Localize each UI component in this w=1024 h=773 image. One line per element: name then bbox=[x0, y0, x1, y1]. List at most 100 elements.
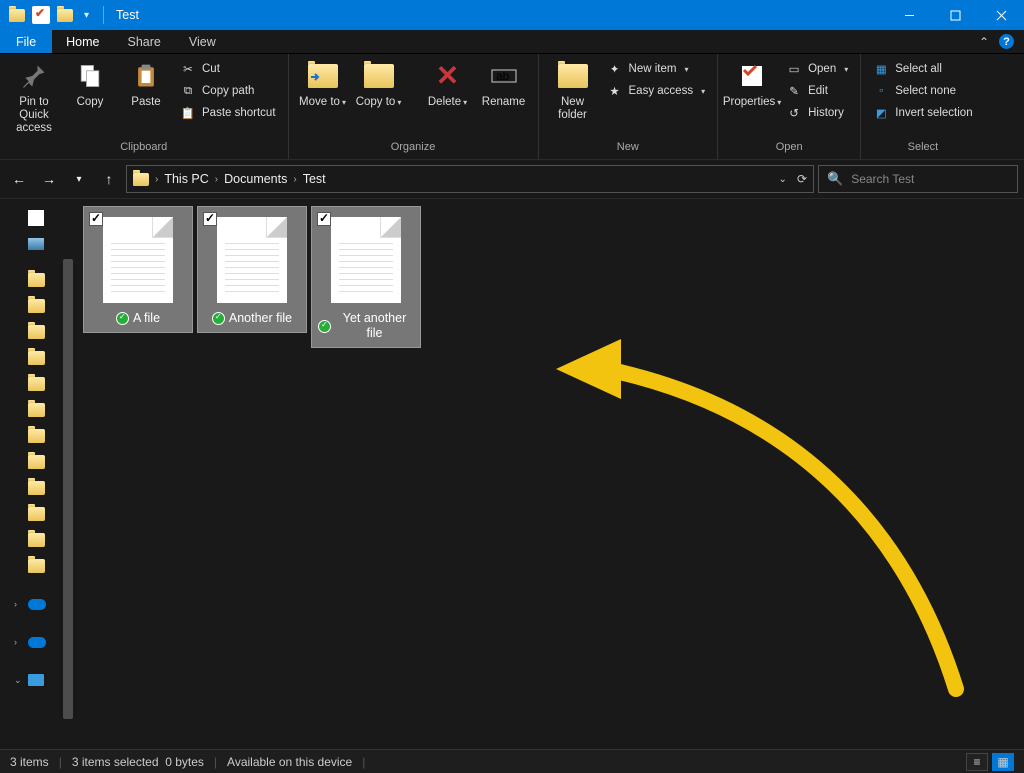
large-icons-view-button[interactable]: ▦ bbox=[992, 753, 1014, 771]
properties-button[interactable]: Properties▾ bbox=[726, 58, 778, 111]
address-folder-icon bbox=[133, 173, 149, 186]
move-to-button[interactable]: Move to▾ bbox=[297, 58, 349, 111]
breadcrumb-segment[interactable]: Test bbox=[303, 172, 326, 186]
history-icon: ↺ bbox=[786, 105, 802, 121]
paste-icon bbox=[130, 60, 162, 92]
copy-button[interactable]: Copy bbox=[64, 58, 116, 111]
minimize-button[interactable] bbox=[886, 0, 932, 30]
new-item-button[interactable]: ✦ New item▾ bbox=[603, 60, 710, 78]
search-box[interactable]: 🔍 Search Test bbox=[818, 165, 1018, 193]
status-bar: 3 items | 3 items selected 0 bytes | Ava… bbox=[0, 749, 1024, 773]
file-icon bbox=[331, 217, 401, 303]
easy-access-button[interactable]: ★ Easy access▾ bbox=[603, 82, 710, 100]
open-icon: ▭ bbox=[786, 61, 802, 77]
refresh-icon[interactable]: ⟳ bbox=[797, 172, 807, 186]
breadcrumb-segment[interactable]: This PC bbox=[164, 172, 208, 186]
move-to-icon bbox=[307, 60, 339, 92]
new-folder-button[interactable]: New folder bbox=[547, 58, 599, 124]
ribbon: Pin to Quick access Copy Paste ✂ Cut bbox=[0, 54, 1024, 159]
select-none-button[interactable]: ▫ Select none bbox=[869, 82, 976, 100]
edit-button[interactable]: ✎ Edit bbox=[782, 82, 852, 100]
copy-label: Copy bbox=[77, 96, 104, 109]
help-icon[interactable]: ? bbox=[999, 34, 1014, 49]
address-bar[interactable]: › This PC › Documents › Test ⌄ ⟳ bbox=[126, 165, 814, 193]
chevron-right-icon[interactable]: › bbox=[293, 174, 296, 185]
tab-home[interactable]: Home bbox=[52, 30, 113, 53]
close-button[interactable] bbox=[978, 0, 1024, 30]
chevron-right-icon[interactable]: › bbox=[215, 174, 218, 185]
tab-view[interactable]: View bbox=[175, 30, 230, 53]
file-checkbox[interactable] bbox=[89, 212, 103, 226]
qat-divider bbox=[103, 6, 104, 24]
file-icon bbox=[217, 217, 287, 303]
invert-selection-icon: ◩ bbox=[873, 105, 889, 121]
content-pane[interactable]: A file Another file Yet another file bbox=[76, 199, 1024, 749]
status-availability: Available on this device bbox=[227, 755, 352, 769]
open-group-label: Open bbox=[726, 139, 852, 157]
collapse-ribbon-icon[interactable]: ⌃ bbox=[979, 35, 989, 49]
pin-label: Pin to Quick access bbox=[10, 96, 58, 136]
move-to-label: Move to▾ bbox=[299, 96, 346, 109]
select-all-button[interactable]: ▦ Select all bbox=[869, 60, 976, 78]
copy-to-label: Copy to▾ bbox=[356, 96, 402, 109]
status-selected-count: 3 items selected 0 bytes bbox=[72, 755, 204, 769]
file-item[interactable]: A file bbox=[84, 207, 192, 332]
copy-to-icon bbox=[363, 60, 395, 92]
chevron-right-icon[interactable]: › bbox=[155, 174, 158, 185]
breadcrumb-segment[interactable]: Documents bbox=[224, 172, 287, 186]
search-icon: 🔍 bbox=[827, 171, 843, 187]
svg-text:ab: ab bbox=[496, 69, 510, 83]
up-button[interactable]: ↑ bbox=[96, 166, 122, 192]
recent-locations-button[interactable]: ▾ bbox=[66, 166, 92, 192]
copy-path-button[interactable]: ⧉ Copy path bbox=[176, 82, 280, 100]
delete-button[interactable]: ✕ Delete▾ bbox=[422, 58, 474, 111]
open-button[interactable]: ▭ Open▾ bbox=[782, 60, 852, 78]
qat-folder-icon-2[interactable] bbox=[56, 6, 74, 24]
copy-to-button[interactable]: Copy to▾ bbox=[353, 58, 405, 111]
easy-access-icon: ★ bbox=[607, 83, 623, 99]
back-button[interactable]: ← bbox=[6, 166, 32, 192]
maximize-button[interactable] bbox=[932, 0, 978, 30]
copy-path-icon: ⧉ bbox=[180, 83, 196, 99]
title-bar: ▾ Test bbox=[0, 0, 1024, 30]
cut-button[interactable]: ✂ Cut bbox=[176, 60, 280, 78]
rename-button[interactable]: ab Rename bbox=[478, 58, 530, 111]
invert-selection-button[interactable]: ◩ Invert selection bbox=[869, 104, 976, 122]
sync-status-icon bbox=[318, 320, 331, 333]
search-placeholder: Search Test bbox=[851, 172, 914, 186]
paste-shortcut-button[interactable]: 📋 Paste shortcut bbox=[176, 104, 280, 122]
sidebar-scrollbar[interactable] bbox=[60, 199, 76, 749]
history-button[interactable]: ↺ History bbox=[782, 104, 852, 122]
new-item-icon: ✦ bbox=[607, 61, 623, 77]
paste-label: Paste bbox=[131, 96, 160, 109]
navigation-pane[interactable]: › › ⌄ bbox=[0, 199, 76, 749]
tab-file[interactable]: File bbox=[0, 30, 52, 53]
qat-properties-icon[interactable] bbox=[32, 6, 50, 24]
details-view-button[interactable]: ≡ bbox=[966, 753, 988, 771]
new-group-label: New bbox=[547, 139, 710, 157]
file-name: Another file bbox=[229, 311, 292, 326]
file-item[interactable]: Another file bbox=[198, 207, 306, 332]
tab-share[interactable]: Share bbox=[114, 30, 175, 53]
select-all-icon: ▦ bbox=[873, 61, 889, 77]
address-dropdown-icon[interactable]: ⌄ bbox=[779, 174, 787, 185]
properties-label: Properties▾ bbox=[723, 96, 781, 109]
pin-to-quick-access-button[interactable]: Pin to Quick access bbox=[8, 58, 60, 138]
qat-customize-caret[interactable]: ▾ bbox=[80, 10, 93, 21]
navigation-bar: ← → ▾ ↑ › This PC › Documents › Test ⌄ ⟳… bbox=[0, 159, 1024, 199]
sync-status-icon bbox=[116, 312, 129, 325]
window-title: Test bbox=[116, 8, 139, 22]
paste-shortcut-icon: 📋 bbox=[180, 105, 196, 121]
paste-button[interactable]: Paste bbox=[120, 58, 172, 111]
forward-button[interactable]: → bbox=[36, 166, 62, 192]
copy-icon bbox=[74, 60, 106, 92]
file-item[interactable]: Yet another file bbox=[312, 207, 420, 347]
qat-folder-icon[interactable] bbox=[8, 6, 26, 24]
scissors-icon: ✂ bbox=[180, 61, 196, 77]
file-checkbox[interactable] bbox=[317, 212, 331, 226]
file-name: A file bbox=[133, 311, 160, 326]
status-item-count: 3 items bbox=[10, 755, 49, 769]
edit-icon: ✎ bbox=[786, 83, 802, 99]
file-checkbox[interactable] bbox=[203, 212, 217, 226]
new-folder-icon bbox=[557, 60, 589, 92]
